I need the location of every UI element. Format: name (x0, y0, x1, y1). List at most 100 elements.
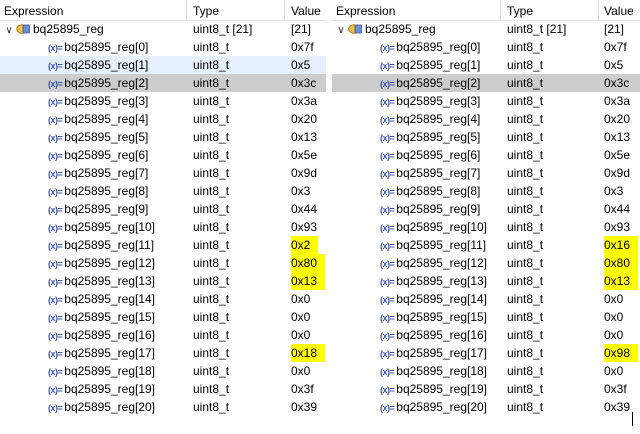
expression-cell: (x)= bq25895_reg[10] (48, 218, 155, 236)
element-row[interactable]: (x)= bq25895_reg[6] uint8_t 0x5e (0, 146, 326, 164)
chevron-down-icon[interactable]: ∨ (4, 22, 14, 38)
element-row[interactable]: (x)= bq25895_reg[16] uint8_t 0x0 (332, 326, 640, 344)
type-cell: uint8_t (507, 76, 544, 90)
element-row[interactable]: (x)= bq25895_reg[7] uint8_t 0x9d (332, 164, 640, 182)
type-cell: uint8_t (193, 148, 230, 162)
element-row[interactable]: (x)= bq25895_reg[5] uint8_t 0x13 (0, 128, 326, 146)
element-row[interactable]: (x)= bq25895_reg[11] uint8_t 0x16 (332, 236, 640, 254)
element-row[interactable]: (x)= bq25895_reg[13] uint8_t 0x13 (0, 272, 326, 290)
element-row[interactable]: (x)= bq25895_reg[0] uint8_t 0x7f (0, 38, 326, 56)
element-row[interactable]: (x)= bq25895_reg[4] uint8_t 0x20 (332, 110, 640, 128)
expression-cell: (x)= bq25895_reg[8] (48, 182, 148, 200)
type-cell: uint8_t (193, 130, 230, 144)
value-cell: 0x3a (604, 94, 631, 108)
expression-name: bq25895_reg[19] (396, 382, 488, 396)
expression-name: bq25895_reg[11] (396, 238, 487, 252)
expression-cell: (x)= bq25895_reg[17] (380, 344, 487, 362)
element-row[interactable]: (x)= bq25895_reg[18] uint8_t 0x0 (0, 362, 326, 380)
expression-variable-icon: (x)= (380, 259, 395, 269)
array-row[interactable]: ∨ bq25895_reg uint8_t [21] [21] (0, 20, 326, 38)
element-row[interactable]: (x)= bq25895_reg[11] uint8_t 0x2 (0, 236, 326, 254)
element-row[interactable]: (x)= bq25895_reg[15] uint8_t 0x0 (0, 308, 326, 326)
element-row[interactable]: (x)= bq25895_reg[10] uint8_t 0x93 (0, 218, 326, 236)
element-row[interactable]: (x)= bq25895_reg[8] uint8_t 0x3 (0, 182, 326, 200)
element-row[interactable]: (x)= bq25895_reg[9] uint8_t 0x44 (0, 200, 326, 218)
element-row[interactable]: (x)= bq25895_reg[6] uint8_t 0x5e (332, 146, 640, 164)
column-divider[interactable] (598, 0, 599, 20)
array-row[interactable]: ∨ bq25895_reg uint8_t [21] [21] (332, 20, 640, 38)
element-row[interactable]: (x)= bq25895_reg[20] uint8_t 0x39 (0, 398, 326, 416)
column-divider[interactable] (284, 0, 285, 20)
element-row[interactable]: (x)= bq25895_reg[4] uint8_t 0x20 (0, 110, 326, 128)
expression-name: bq25895_reg[16] (64, 328, 156, 342)
element-row[interactable]: (x)= bq25895_reg[8] uint8_t 0x3 (332, 182, 640, 200)
expression-name: bq25895_reg[10] (396, 220, 488, 234)
value-cell: 0x5e (604, 148, 631, 162)
value-cell: 0x0 (604, 364, 624, 378)
chevron-down-icon[interactable]: ∨ (336, 22, 346, 38)
expression-name: bq25895_reg[5] (64, 130, 149, 144)
expression-variable-icon: (x)= (380, 223, 395, 233)
expression-column-header[interactable]: Expression (4, 3, 63, 19)
element-row[interactable]: (x)= bq25895_reg[2] uint8_t 0x3c (332, 74, 640, 92)
column-divider[interactable] (186, 0, 187, 20)
element-row[interactable]: (x)= bq25895_reg[10] uint8_t 0x93 (332, 218, 640, 236)
expression-variable-icon: (x)= (380, 385, 395, 395)
value-cell: [21] (604, 22, 625, 36)
expression-variable-icon: (x)= (48, 43, 63, 53)
element-row[interactable]: (x)= bq25895_reg[14] uint8_t 0x0 (0, 290, 326, 308)
element-row[interactable]: (x)= bq25895_reg[17] uint8_t 0x98 (332, 344, 640, 362)
expression-variable-icon: (x)= (48, 187, 63, 197)
element-row[interactable]: (x)= bq25895_reg[5] uint8_t 0x13 (332, 128, 640, 146)
type-cell: uint8_t (507, 202, 544, 216)
expression-cell: (x)= bq25895_reg[1] (380, 56, 480, 74)
expression-variable-icon: (x)= (48, 151, 63, 161)
element-row[interactable]: (x)= bq25895_reg[3] uint8_t 0x3a (332, 92, 640, 110)
element-row[interactable]: (x)= bq25895_reg[19] uint8_t 0x3f (0, 380, 326, 398)
type-cell: uint8_t (507, 400, 544, 414)
element-row[interactable]: (x)= bq25895_reg[7] uint8_t 0x9d (0, 164, 326, 182)
column-divider[interactable] (500, 0, 501, 20)
element-row[interactable]: (x)= bq25895_reg[15] uint8_t 0x0 (332, 308, 640, 326)
element-row[interactable]: (x)= bq25895_reg[20] uint8_t 0x39 (332, 398, 640, 416)
element-row[interactable]: (x)= bq25895_reg[0] uint8_t 0x7f (332, 38, 640, 56)
element-row[interactable]: (x)= bq25895_reg[14] uint8_t 0x0 (332, 290, 640, 308)
element-row[interactable]: (x)= bq25895_reg[2] uint8_t 0x3c (0, 74, 326, 92)
expression-cell: (x)= bq25895_reg[15] (48, 308, 155, 326)
element-row[interactable]: (x)= bq25895_reg[9] uint8_t 0x44 (332, 200, 640, 218)
element-row[interactable]: (x)= bq25895_reg[13] uint8_t 0x13 (332, 272, 640, 290)
value-column-header[interactable]: Value (604, 3, 634, 19)
changed-value-cell: 0x13 (604, 272, 639, 290)
expression-variable-icon: (x)= (380, 61, 395, 71)
expression-name: bq25895_reg[20] (396, 400, 488, 414)
element-row[interactable]: (x)= bq25895_reg[17] uint8_t 0x18 (0, 344, 326, 362)
expression-name: bq25895_reg[12] (64, 256, 156, 270)
element-row[interactable]: (x)= bq25895_reg[1] uint8_t 0x5 (0, 56, 326, 74)
element-row[interactable]: (x)= bq25895_reg[12] uint8_t 0x80 (0, 254, 326, 272)
expression-variable-icon: (x)= (380, 187, 395, 197)
element-row[interactable]: (x)= bq25895_reg[1] uint8_t 0x5 (332, 56, 640, 74)
type-cell: uint8_t (193, 256, 230, 270)
value-cell: 0x3a (291, 94, 318, 108)
value-column-header[interactable]: Value (291, 3, 321, 19)
expression-name: bq25895_reg[0] (64, 40, 149, 54)
expression-cell: (x)= bq25895_reg[7] (380, 164, 480, 182)
expression-variable-icon: (x)= (48, 385, 63, 395)
element-row[interactable]: (x)= bq25895_reg[12] uint8_t 0x80 (332, 254, 640, 272)
expression-cell: (x)= bq25895_reg[20] (380, 398, 487, 416)
type-column-header[interactable]: Type (193, 3, 219, 19)
value-cell: 0x0 (291, 292, 311, 306)
element-row[interactable]: (x)= bq25895_reg[16] uint8_t 0x0 (0, 326, 326, 344)
expression-column-header[interactable]: Expression (336, 3, 395, 19)
expression-name: bq25895_reg[12] (396, 256, 488, 270)
array-variable-icon (16, 24, 30, 34)
value-cell: 0x5 (291, 58, 311, 72)
expression-cell: (x)= bq25895_reg[9] (380, 200, 480, 218)
element-row[interactable]: (x)= bq25895_reg[3] uint8_t 0x3a (0, 92, 326, 110)
column-header-row: Expression Type Value (0, 0, 326, 21)
element-row[interactable]: (x)= bq25895_reg[19] uint8_t 0x3f (332, 380, 640, 398)
element-row[interactable]: (x)= bq25895_reg[18] uint8_t 0x0 (332, 362, 640, 380)
type-column-header[interactable]: Type (507, 3, 533, 19)
expression-name: bq25895_reg[6] (64, 148, 149, 162)
expression-cell: (x)= bq25895_reg[18] (380, 362, 487, 380)
